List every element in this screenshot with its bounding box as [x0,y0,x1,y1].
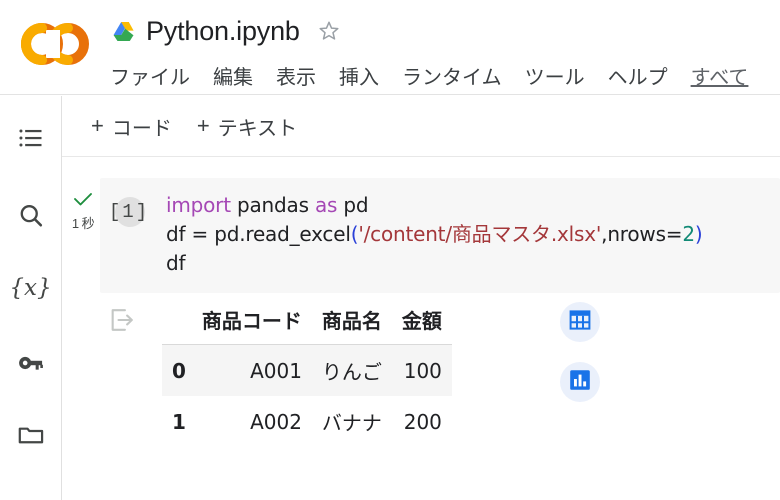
dataframe-output-table: 商品コード 商品名 金額 0 A001 りんご 100 1 A002 バナナ 2… [162,301,452,447]
execution-count-label: [1] [108,201,150,223]
row-index: 1 [172,409,186,434]
execution-status-gutter: 1 秒 [66,192,100,232]
code-token-pd: pd [337,193,369,217]
menu-bar: ファイル 編集 表示 挿入 ランタイム ツール ヘルプ すべて [110,56,748,94]
colab-logo[interactable] [16,16,92,72]
table-body: 0 A001 りんご 100 1 A002 バナナ 200 [162,344,452,448]
table-row: 1 A002 バナナ 200 [162,396,452,447]
menu-insert[interactable]: 挿入 [339,61,379,90]
column-header-1: 商品名 [311,301,392,345]
menu-file[interactable]: ファイル [110,61,190,90]
table-of-contents-icon [17,124,45,152]
add-code-cell-label: コード [111,117,172,140]
code-token-df: df [166,251,186,275]
search-icon [17,202,45,230]
column-header-index [162,301,192,345]
plus-icon: + [91,113,104,138]
cell-amount: 200 [403,409,442,434]
cell-product-name: バナナ [321,411,382,435]
variables-icon: {x} [9,275,52,301]
check-icon [66,192,100,213]
chart-suggestion-button[interactable] [560,362,600,402]
interactive-table-icon [568,308,592,337]
cell-amount: 100 [391,344,452,396]
add-text-cell-label: テキスト [217,117,298,140]
sidebar-item-secrets[interactable] [0,339,61,387]
app-header: Python.ipynb ファイル 編集 表示 挿入 ランタイム ツール ヘルプ… [0,0,780,95]
table-head: 商品コード 商品名 金額 [162,301,452,345]
key-icon [17,349,45,377]
colab-app-window: Python.ipynb ファイル 編集 表示 挿入 ランタイム ツール ヘルプ… [0,0,780,500]
document-title-row: Python.ipynb [112,11,341,51]
column-header-0: 商品コード [191,301,312,345]
sidebar-item-variables[interactable]: {x} [0,264,61,312]
sidebar-item-files[interactable] [0,411,61,459]
menu-help[interactable]: ヘルプ [608,61,668,90]
run-cell-button[interactable]: [1] [109,195,149,229]
plus-icon: + [196,113,210,138]
table-row: 0 A001 りんご 100 [162,344,452,396]
code-token-import: import [166,193,231,217]
add-code-cell-button[interactable]: + コード [91,112,172,141]
code-token-close-paren: ) [694,222,703,246]
chart-suggestion-icon [568,368,592,397]
notebook-toolbar: + コード + テキスト [62,96,780,157]
menu-tools[interactable]: ツール [525,61,585,90]
folder-icon [17,421,45,449]
code-token-filepath-string: '/content/商品マスタ.xlsx' [358,222,602,246]
code-token-as: as [314,193,338,217]
code-token-read-excel: df = pd.read_excel [166,222,351,246]
code-editor-content[interactable]: import pandas as pd df = pd.read_excel('… [166,191,703,278]
table-header-row: 商品コード 商品名 金額 [162,301,452,345]
left-sidebar: {x} [0,96,62,500]
cell-product-name: りんご [311,344,392,396]
menu-view[interactable]: 表示 [276,61,316,90]
sidebar-item-search[interactable] [0,192,61,240]
save-status-link[interactable]: すべて [691,61,749,90]
cell-product-code: A002 [250,409,302,434]
page-title[interactable]: Python.ipynb [146,16,300,47]
code-token-number: 2 [682,222,695,246]
code-token-nrows: ,nrows= [601,222,683,246]
row-index: 0 [162,344,192,396]
code-cell[interactable]: [1] import pandas as pd df = pd.read_exc… [100,178,780,293]
star-outline-icon[interactable] [317,19,341,43]
add-text-cell-button[interactable]: + テキスト [197,112,297,141]
menu-edit[interactable]: 編集 [213,61,253,90]
notebook-main-area: + コード + テキスト 1 秒 [1] import pandas as pd… [62,96,780,500]
sidebar-item-table-of-contents[interactable] [0,114,61,162]
cell-product-code: A001 [191,344,312,396]
column-header-2: 金額 [391,301,452,345]
google-drive-icon [112,19,138,43]
execution-time-label: 1 秒 [71,216,95,231]
menu-runtime[interactable]: ランタイム [402,61,502,90]
interactive-table-button[interactable] [560,302,600,342]
open-in-new-output-icon[interactable] [108,306,136,339]
code-token-pandas: pandas [230,193,315,217]
